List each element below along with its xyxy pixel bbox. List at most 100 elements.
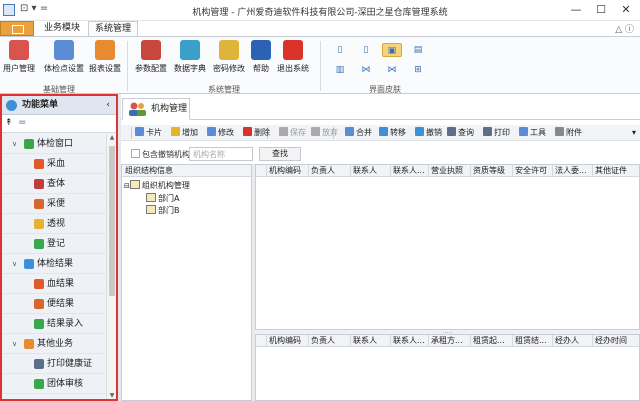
books-button[interactable]: 数据字典 <box>173 40 207 74</box>
scroll-up-arrow[interactable]: ▲ <box>107 134 117 141</box>
tab-label: 机构管理 <box>151 104 188 114</box>
collapse-panel-button[interactable]: ‹ <box>106 96 110 115</box>
column-header[interactable]: 联系人... <box>390 335 428 347</box>
ribbon-options-icons[interactable]: △ ⓘ <box>615 22 634 35</box>
tab-org-management[interactable]: 机构管理 <box>122 98 190 120</box>
menu-group[interactable]: ∨ 其他业务 <box>2 334 105 354</box>
column-header[interactable]: 安全许可 <box>512 165 552 177</box>
skin-option[interactable]: ▤ <box>408 43 428 57</box>
skin-option[interactable]: ▯ <box>330 43 350 57</box>
document-tab-strip: 机构管理 <box>121 94 640 120</box>
toolbar-button[interactable]: 工具 <box>519 127 546 139</box>
menu-item[interactable]: 透视 <box>2 214 105 234</box>
column-header[interactable]: 经办时间 <box>592 335 640 347</box>
menu-item[interactable]: 登记 <box>2 234 105 254</box>
close-button[interactable]: ✕ <box>614 1 638 19</box>
toolbar-label: 撤销 <box>426 128 442 137</box>
menu-item[interactable]: 查体 <box>2 174 105 194</box>
menu-item[interactable]: 血结果 <box>2 274 105 294</box>
lease-info-grid[interactable]: 机构编码 负责人 联系人 联系人... 承租方... 租赁起... 租赁结... 经办人 经办时… <box>255 334 640 401</box>
menu-item[interactable]: 便结果 <box>2 294 105 314</box>
minimize-button[interactable]: — <box>564 1 588 19</box>
column-header[interactable]: 负责人 <box>308 335 350 347</box>
users-button[interactable]: 用户管理 <box>2 40 36 74</box>
menu-filter-row[interactable]: ↟ = <box>2 115 116 133</box>
org-info-grid[interactable]: 机构编码 负责人 联系人 联系人... 营业执照 资质等级 安全许可 法人委... 其他证件 <box>255 164 640 330</box>
scroll-thumb[interactable] <box>109 146 115 296</box>
column-header[interactable]: 租赁结... <box>512 335 552 347</box>
toolbar-overflow-button[interactable]: ▾ <box>632 127 636 139</box>
column-header[interactable]: 机构编码 <box>266 335 308 347</box>
key-button[interactable]: 密码修改 <box>212 40 246 74</box>
toolbar-icon <box>379 127 388 136</box>
skin-option[interactable]: ⊞ <box>408 63 428 77</box>
scroll-down-arrow[interactable]: ▼ <box>107 392 117 399</box>
menu-item-label: 采便 <box>47 199 66 209</box>
expand-icon[interactable]: ∨ <box>12 334 17 354</box>
group-separator <box>127 41 128 91</box>
menu-group[interactable]: ∨ 体检窗口 <box>2 134 105 154</box>
toolbar-button[interactable]: 增加 <box>171 127 198 139</box>
toolbar-button[interactable]: 保存 <box>279 127 306 139</box>
column-header[interactable]: 负责人 <box>308 165 350 177</box>
toolbar-icon <box>311 127 320 136</box>
station-button[interactable]: 体检点设置 <box>43 40 85 74</box>
toolbar-button[interactable]: 放弃 <box>311 127 338 139</box>
menu-item-icon <box>34 179 44 189</box>
file-menu-button[interactable] <box>0 21 34 36</box>
menu-icon <box>6 100 17 111</box>
menu-item[interactable]: 团体审核 <box>2 374 105 394</box>
tab-system-management[interactable]: 系统管理 <box>88 21 139 36</box>
org-tree-node[interactable]: 部门B <box>146 205 180 216</box>
report-button[interactable]: 报表设置 <box>88 40 122 74</box>
toolbar-button[interactable]: 卡片 <box>135 127 162 139</box>
pin-icon[interactable]: ↟ <box>5 118 13 128</box>
toolbar-button[interactable]: 合并 <box>345 127 372 139</box>
org-tree-node[interactable]: 部门A <box>146 193 179 204</box>
toolbar-label: 删除 <box>254 128 270 137</box>
column-header[interactable]: 联系人 <box>350 335 390 347</box>
org-name-search-input[interactable]: 机构名称 <box>189 147 253 161</box>
skin-option[interactable]: ⋈ <box>356 63 376 77</box>
help-button[interactable]: 帮助 <box>251 40 271 74</box>
expand-icon[interactable]: ∨ <box>12 254 17 274</box>
column-header[interactable]: 其他证件 <box>592 165 640 177</box>
column-header[interactable]: 联系人... <box>390 165 428 177</box>
skin-option[interactable]: ▥ <box>330 63 350 77</box>
column-header[interactable]: 租赁起... <box>470 335 512 347</box>
tab-business[interactable]: 业务模块 <box>38 21 86 36</box>
column-header[interactable]: 机构编码 <box>266 165 308 177</box>
menu-item[interactable]: 打印健康证 <box>2 354 105 374</box>
menu-group[interactable]: ∨ 体检结果 <box>2 254 105 274</box>
menu-item[interactable]: 采便 <box>2 194 105 214</box>
exit-button[interactable]: 退出系统 <box>276 40 310 74</box>
menu-item-label: 采血 <box>47 159 66 169</box>
org-tree-root[interactable]: ⊟ 组织机构管理 <box>124 180 190 192</box>
column-header[interactable]: 资质等级 <box>470 165 512 177</box>
toolbar-button[interactable]: 查询 <box>447 127 474 139</box>
expand-icon[interactable]: ∨ <box>12 134 17 154</box>
column-header[interactable]: 承租方... <box>428 335 470 347</box>
column-header[interactable]: 联系人 <box>350 165 390 177</box>
menu-item-label: 结果录入 <box>47 319 84 329</box>
menu-item[interactable]: 结果录入 <box>2 314 105 334</box>
column-header[interactable]: 经办人 <box>552 335 592 347</box>
menu-item[interactable]: 采血 <box>2 154 105 174</box>
skin-option[interactable]: ▯ <box>356 43 376 57</box>
toolbar-button[interactable]: 修改 <box>207 127 234 139</box>
wrench-button[interactable]: 参数配置 <box>134 40 168 74</box>
toolbar-button[interactable]: 附件 <box>555 127 582 139</box>
column-header[interactable]: 法人委... <box>552 165 592 177</box>
maximize-button[interactable]: ☐ <box>589 1 613 19</box>
toolbar-button[interactable]: 删除 <box>243 127 270 139</box>
menu-scrollbar[interactable]: ▲ ▼ <box>106 134 116 399</box>
column-header[interactable]: 营业执照 <box>428 165 470 177</box>
toolbar-button[interactable]: 打印 <box>483 127 510 139</box>
filter-operator[interactable]: = <box>18 117 26 128</box>
toolbar-button[interactable]: 转移 <box>379 127 406 139</box>
toolbar-button[interactable]: 撤销 <box>415 127 442 139</box>
skin-option[interactable]: ⋈ <box>382 63 402 77</box>
include-cancelled-checkbox[interactable] <box>131 149 140 158</box>
skin-option[interactable]: ▣ <box>382 43 402 57</box>
find-button[interactable]: 查找 <box>259 147 301 161</box>
